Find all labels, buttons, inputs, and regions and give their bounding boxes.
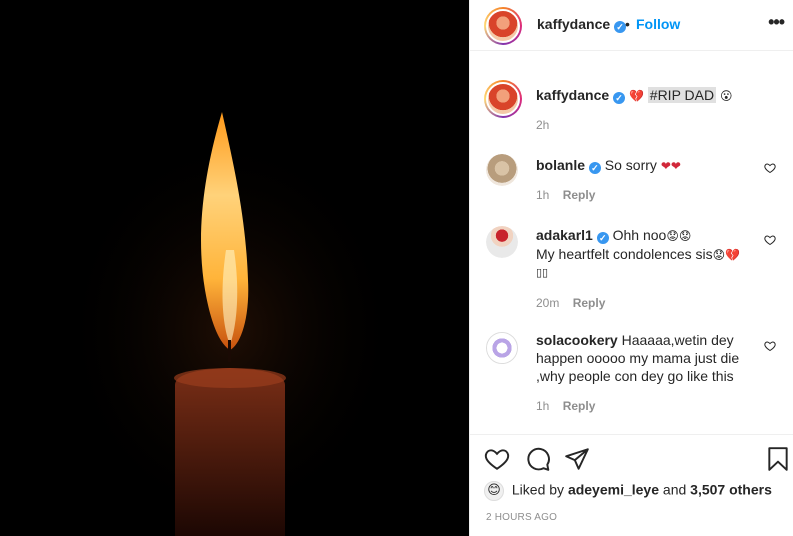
caption-time: 2h: [536, 118, 550, 132]
author-avatar[interactable]: [484, 7, 522, 45]
share-paper-plane-icon[interactable]: [564, 446, 590, 472]
like-heart-icon[interactable]: [484, 446, 510, 472]
follow-button[interactable]: Follow: [636, 16, 680, 32]
comment-time: 1h: [536, 188, 550, 202]
liker-username[interactable]: adeyemi_leye: [568, 482, 659, 498]
verified-icon: ✓: [596, 232, 609, 244]
comment-text: bolanle ✓ So sorry ❤❤: [536, 156, 761, 175]
like-comment-heart-icon[interactable]: [764, 340, 776, 352]
save-bookmark-icon[interactable]: [765, 446, 791, 472]
comment-item: solacookery Haaaaa,wetin dey happen oooo…: [470, 326, 793, 426]
comment-body-line2: My heartfelt condolences sis: [536, 246, 713, 262]
commenter-avatar[interactable]: [486, 154, 518, 186]
comment-meta: 20m Reply: [536, 296, 605, 310]
likes-count[interactable]: 3,507 others: [690, 482, 772, 498]
comments-list[interactable]: kaffydance ✓ 💔 #RIP DAD 😮 2h bolanle ✓ S…: [470, 52, 793, 435]
worried-emoji: 😟😟: [666, 229, 692, 243]
caption-avatar[interactable]: [484, 80, 522, 118]
like-comment-heart-icon[interactable]: [764, 162, 776, 174]
liker-avatar[interactable]: 😊: [484, 481, 504, 501]
hashtag-link[interactable]: #RIP DAD: [647, 87, 717, 103]
broken-heart-emoji: 💔: [628, 89, 644, 103]
likes-summary: 😊 Liked by adeyemi_leye and 3,507 others: [484, 481, 772, 503]
reply-button[interactable]: Reply: [573, 296, 606, 310]
comment-body: So sorry: [604, 157, 657, 173]
caption-username[interactable]: kaffydance: [536, 87, 609, 103]
surprised-emoji: 😮: [720, 89, 733, 103]
worried-broken-heart-emoji: 😟💔: [712, 248, 741, 262]
comment-time: 1h: [536, 399, 550, 413]
comment-body-line3: ▯▯: [536, 266, 549, 279]
author-name[interactable]: kaffydance: [537, 16, 610, 32]
comment-bubble-icon[interactable]: [525, 446, 551, 472]
like-comment-heart-icon[interactable]: [764, 234, 776, 246]
comment-text: solacookery Haaaaa,wetin dey happen oooo…: [536, 331, 754, 385]
candle-image: [0, 0, 469, 536]
post-header: kaffydance ✓ • Follow •••: [470, 0, 793, 51]
comment-username[interactable]: adakarl1: [536, 227, 593, 243]
commenter-avatar[interactable]: [486, 332, 518, 364]
separator-dot: •: [625, 16, 630, 32]
more-options-icon[interactable]: •••: [768, 12, 785, 33]
comment-username[interactable]: bolanle: [536, 157, 585, 173]
commenter-avatar[interactable]: [486, 226, 518, 258]
comment-meta: 1h Reply: [536, 188, 595, 202]
reply-button[interactable]: Reply: [563, 399, 596, 413]
likes-and: and: [662, 481, 687, 498]
comment-time: 20m: [536, 296, 560, 310]
comment-body: Ohh noo: [612, 227, 667, 243]
post-timestamp: 2 HOURS AGO: [486, 512, 558, 523]
post-photo[interactable]: [0, 0, 469, 536]
verified-icon: ✓: [613, 92, 626, 104]
caption: kaffydance ✓ 💔 #RIP DAD 😮 2h: [470, 76, 793, 136]
comment-item: bolanle ✓ So sorry ❤❤ 1h Reply: [470, 148, 793, 208]
reply-button[interactable]: Reply: [563, 188, 596, 202]
comment-item: adakarl1 ✓ Ohh noo😟😟 My heartfelt condol…: [470, 220, 793, 316]
comment-meta: 1h Reply: [536, 399, 595, 413]
caption-text: kaffydance ✓ 💔 #RIP DAD 😮: [536, 86, 761, 105]
verified-icon: ✓: [588, 162, 601, 174]
comment-username[interactable]: solacookery: [536, 332, 618, 348]
heart-emoji: ❤❤: [660, 159, 681, 173]
comment-text: adakarl1 ✓ Ohh noo😟😟 My heartfelt condol…: [536, 226, 761, 282]
action-bar: [470, 436, 793, 480]
author-username[interactable]: kaffydance ✓: [537, 16, 627, 33]
post-details-panel: kaffydance ✓ • Follow ••• kaffydance ✓ 💔…: [469, 0, 793, 536]
likes-prefix: Liked by: [511, 481, 565, 498]
